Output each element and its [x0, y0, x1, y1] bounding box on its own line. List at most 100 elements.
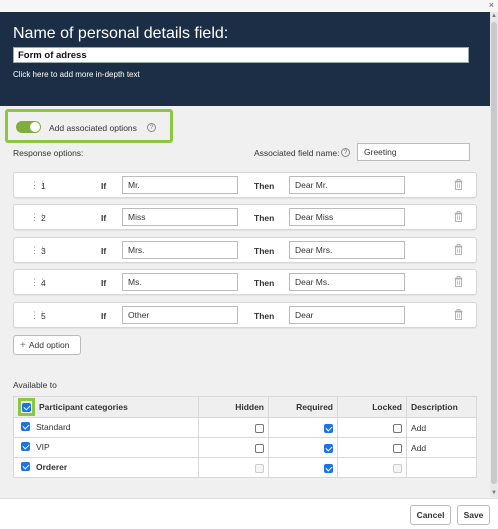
associated-field-name-input[interactable]: Greeting [357, 143, 470, 161]
if-label: If [101, 311, 107, 321]
response-options-label: Response options: [13, 148, 84, 158]
dialog-topbar: × [0, 0, 498, 12]
associated-options-label: Add associated options [49, 123, 137, 133]
then-value-input[interactable]: Dear Mrs. [289, 241, 405, 259]
dialog-header: Name of personal details field: Form of … [0, 12, 490, 106]
plus-icon: + [20, 340, 26, 351]
then-label: Then [254, 181, 275, 191]
category-checkbox[interactable] [21, 462, 30, 472]
add-text-link[interactable]: Click here to add more in-depth text [13, 70, 140, 79]
option-row: ⋮⋮ 1 If Mr. Then Dear Mr. [13, 172, 477, 198]
scroll-up-icon[interactable]: ▲ [491, 13, 497, 19]
then-value-input[interactable]: Dear Ms. [289, 273, 405, 291]
scrollbar[interactable]: ▲ ▼ [490, 12, 498, 497]
required-checkbox[interactable] [324, 423, 333, 433]
if-value-input[interactable]: Mr. [122, 176, 238, 194]
hidden-cell [198, 417, 269, 438]
option-number: 3 [41, 246, 46, 256]
table-row: VIP Add [13, 437, 477, 458]
if-value-input[interactable]: Mrs. [122, 241, 238, 259]
column-header-required: Required [268, 396, 338, 418]
category-cell: Standard [13, 417, 199, 438]
if-label: If [101, 246, 107, 256]
save-button[interactable]: Save [457, 505, 490, 525]
then-value-input[interactable]: Dear Mr. [289, 176, 405, 194]
column-header-description: Description [406, 396, 477, 418]
dialog: × Name of personal details field: Form o… [0, 0, 498, 529]
field-name-input[interactable]: Form of adress [13, 47, 469, 63]
trash-icon[interactable] [454, 211, 463, 222]
cancel-button[interactable]: Cancel [410, 505, 451, 525]
table-row: Standard Add [13, 417, 477, 438]
required-checkbox[interactable] [324, 443, 333, 453]
column-header-locked: Locked [337, 396, 407, 418]
dialog-content: Add associated options ? Response option… [0, 106, 490, 498]
category-cell: VIP [13, 437, 199, 458]
required-checkbox[interactable] [324, 463, 333, 473]
hidden-checkbox[interactable] [255, 443, 264, 453]
category-checkbox[interactable] [21, 422, 30, 432]
add-option-button[interactable]: + Add option [13, 335, 81, 355]
locked-checkbox[interactable] [393, 423, 402, 433]
scroll-down-icon[interactable]: ▼ [491, 490, 497, 496]
scrollbar-thumb[interactable] [491, 22, 497, 484]
option-number: 1 [41, 181, 46, 191]
option-row: ⋮⋮ 5 If Other Then Dear [13, 302, 477, 328]
help-icon[interactable]: ? [147, 123, 156, 132]
if-value-input[interactable]: Miss [122, 208, 238, 226]
required-cell [268, 417, 338, 438]
add-description-link[interactable]: Add [411, 423, 426, 433]
then-label: Then [254, 213, 275, 223]
column-header-hidden: Hidden [198, 396, 269, 418]
category-name: VIP [36, 441, 50, 452]
option-row: ⋮⋮ 4 If Ms. Then Dear Ms. [13, 269, 477, 295]
then-label: Then [254, 246, 275, 256]
if-value-input[interactable]: Ms. [122, 273, 238, 291]
then-label: Then [254, 311, 275, 321]
add-option-label: Add option [28, 340, 70, 350]
category-cell: Orderer [13, 457, 199, 478]
description-cell: Add [406, 417, 477, 438]
dialog-footer: Cancel Save [0, 498, 498, 529]
then-value-input[interactable]: Dear [289, 306, 405, 324]
hidden-cell [198, 457, 269, 478]
option-number: 4 [41, 278, 46, 288]
select-all-highlight [18, 397, 35, 417]
hidden-cell [198, 437, 269, 458]
description-cell [406, 457, 477, 478]
locked-cell [337, 437, 407, 458]
associated-options-toggle[interactable] [16, 121, 41, 133]
add-description-link[interactable]: Add [411, 443, 426, 453]
locked-cell [337, 417, 407, 438]
trash-icon[interactable] [454, 276, 463, 287]
column-header-categories: Participant categories [13, 396, 199, 418]
toggle-knob [30, 122, 40, 132]
locked-checkbox [393, 463, 402, 473]
option-row: ⋮⋮ 3 If Mrs. Then Dear Mrs. [13, 237, 477, 263]
if-label: If [101, 181, 107, 191]
then-value-input[interactable]: Dear Miss [289, 208, 405, 226]
associated-field-name-label: Associated field name: [254, 148, 340, 158]
help-icon[interactable]: ? [341, 148, 350, 157]
if-value-input[interactable]: Other [122, 306, 238, 324]
trash-icon[interactable] [454, 309, 463, 320]
table-header-row: Participant categories Hidden Required L… [13, 396, 477, 418]
category-name: Standard [36, 421, 71, 432]
column-label: Participant categories [39, 402, 128, 412]
locked-checkbox[interactable] [393, 443, 402, 453]
hidden-checkbox[interactable] [255, 423, 264, 433]
if-label: If [101, 213, 107, 223]
category-checkbox[interactable] [21, 442, 30, 452]
description-cell: Add [406, 437, 477, 458]
required-cell [268, 457, 338, 478]
page-title: Name of personal details field: [13, 25, 229, 42]
option-number: 2 [41, 213, 46, 223]
trash-icon[interactable] [454, 179, 463, 190]
trash-icon[interactable] [454, 244, 463, 255]
option-row: ⋮⋮ 2 If Miss Then Dear Miss [13, 204, 477, 230]
close-icon[interactable]: × [489, 0, 494, 10]
option-number: 5 [41, 311, 46, 321]
available-to-label: Available to [13, 380, 57, 390]
select-all-checkbox[interactable] [22, 403, 31, 413]
locked-cell [337, 457, 407, 478]
